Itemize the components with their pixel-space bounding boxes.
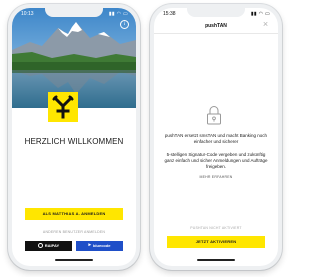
home-indicator (55, 259, 93, 261)
welcome-title: HERZLICH WILLKOMMEN (24, 137, 124, 146)
page-title: pushTAN (205, 23, 227, 29)
phone-pushtan: 15:38 ▮▮ ◠ ▭ pushTAN × pushTAN ersetzt s… (150, 4, 282, 270)
phone-welcome: 10:13 ▮▮ ◠ ▭ i HERZLICH WILLKOMMEN ALS M… (8, 4, 140, 270)
pushtan-description-text: 5-stelligen Signatur-Code vergeben und z… (164, 152, 268, 169)
pushtan-status-text: PUSHTAN NICHT AKTIVIERT (190, 226, 242, 230)
other-user-link[interactable]: ANDEREN BENUTZER ANMELDEN (12, 230, 136, 234)
status-bar: 15:38 ▮▮ ◠ ▭ (154, 10, 278, 19)
welcome-screen: 10:13 ▮▮ ◠ ▭ i HERZLICH WILLKOMMEN ALS M… (12, 8, 136, 266)
lock-icon (206, 105, 222, 125)
header-divider (154, 33, 278, 34)
activate-button[interactable]: JETZT AKTIVIEREN (167, 236, 265, 248)
login-button[interactable]: ALS MATTHIAS A. ANMELDEN (25, 208, 123, 220)
raiffeisen-logo (48, 92, 78, 122)
status-time: 15:38 (163, 11, 176, 17)
status-time: 10:13 (21, 11, 34, 17)
status-bar: 10:13 ▮▮ ◠ ▭ (12, 10, 136, 19)
status-icons: ▮▮ ◠ ▭ (108, 11, 128, 17)
raipay-button[interactable]: RAIPAY (25, 241, 72, 251)
info-icon[interactable]: i (120, 20, 129, 29)
learn-more-link[interactable]: MEHR ERFAHREN (154, 175, 278, 179)
bluecode-button[interactable]: ▸ bluecode (76, 241, 123, 251)
circle-icon (37, 242, 43, 248)
status-icons: ▮▮ ◠ ▭ (250, 11, 270, 17)
bluecode-logo-icon: ▸ (88, 242, 91, 249)
pushtan-screen: 15:38 ▮▮ ◠ ▭ pushTAN × pushTAN ersetzt s… (154, 8, 278, 266)
pushtan-intro-text: pushTAN ersetzt smsTAN und macht Banking… (164, 133, 268, 144)
bluecode-label: bluecode (92, 243, 111, 248)
payment-buttons: RAIPAY ▸ bluecode (25, 241, 123, 251)
home-indicator (197, 259, 235, 261)
close-icon[interactable]: × (261, 20, 270, 29)
raipay-label: RAIPAY (44, 243, 60, 248)
